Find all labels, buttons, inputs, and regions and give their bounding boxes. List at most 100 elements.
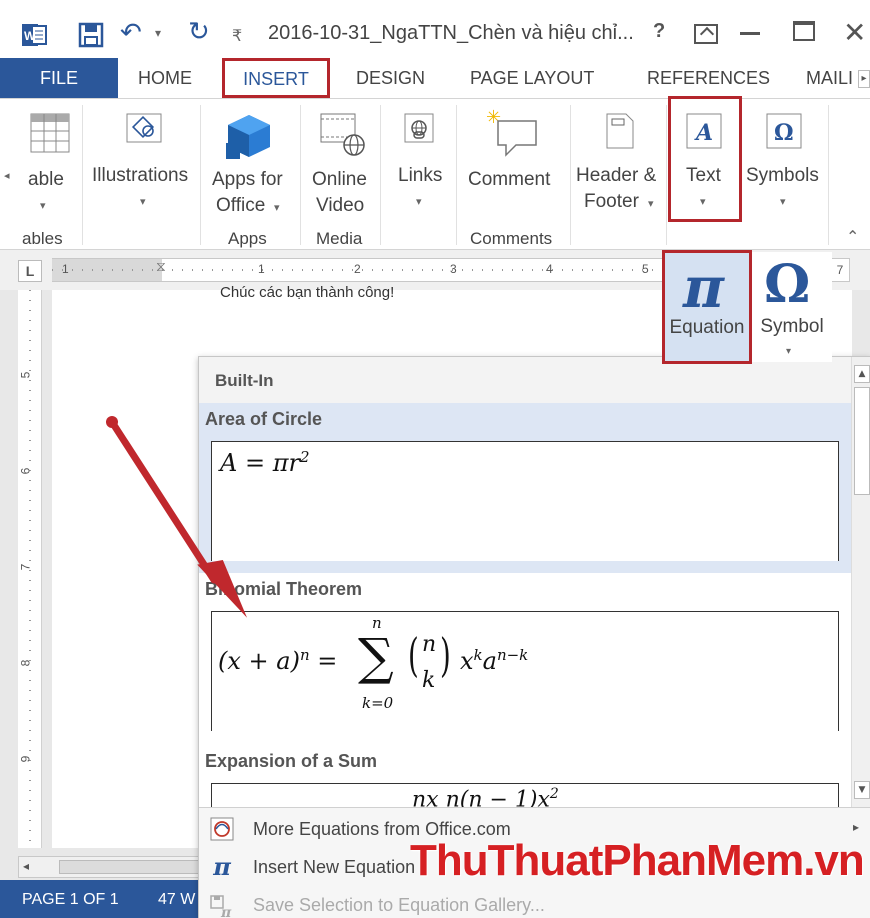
tab-page-layout[interactable]: PAGE LAYOUT [470, 58, 594, 98]
ribbon-scroll-left-icon[interactable]: ◂ [4, 169, 10, 182]
links-button[interactable]: Links [398, 163, 442, 189]
document-text[interactable]: Chúc các bạn thành công! [220, 284, 394, 301]
pi-icon: π [213, 852, 231, 881]
customize-toolbar-icon[interactable]: ₹ [232, 26, 242, 45]
collapse-ribbon-icon[interactable]: ⌃ [846, 227, 859, 246]
equation-expansion-of-sum[interactable]: Expansion of a Sum nx n(n − 1)x2 [199, 743, 851, 807]
ribbon-separator [300, 105, 301, 245]
ruler-number: 3 [450, 262, 457, 276]
apps-dropdown-icon[interactable]: ▾ [274, 201, 280, 214]
maximize-button[interactable] [793, 21, 815, 41]
symbol-button[interactable]: Ω Symbol ▾ [752, 252, 832, 362]
undo-dropdown-icon[interactable]: ▾ [155, 26, 161, 40]
equation-sum-lower: k=0 [362, 694, 394, 712]
symbol-dropdown-icon: ▾ [786, 346, 792, 357]
ruler-right-number: 7 [830, 258, 850, 282]
ribbon-tabs: FILE HOME INSERT DESIGN PAGE LAYOUT REFE… [0, 58, 870, 98]
close-button[interactable]: ✕ [843, 16, 866, 49]
ribbon-display-options-icon[interactable] [694, 24, 718, 44]
minimize-button[interactable] [740, 32, 760, 35]
tab-mailings[interactable]: MAILI [806, 58, 853, 98]
status-page-count[interactable]: PAGE 1 OF 1 [22, 891, 119, 909]
group-media: Media [316, 229, 363, 248]
equation-title: Binomial Theorem [205, 579, 363, 599]
table-dropdown-icon[interactable]: ▾ [40, 199, 46, 212]
ruler-number: 5 [642, 262, 649, 276]
ribbon-separator [828, 105, 829, 245]
equation-preview: (x + a)n = n ∑ k=0 ( n k ) xkan−k [211, 611, 839, 731]
tab-file[interactable]: FILE [0, 58, 118, 98]
word-app-icon[interactable]: W [22, 22, 48, 48]
apps-for-office-label-1[interactable]: Apps for [212, 167, 283, 193]
tab-references[interactable]: REFERENCES [647, 58, 770, 98]
tab-design[interactable]: DESIGN [356, 58, 425, 98]
ribbon-separator [570, 105, 571, 245]
watermark-logo: ThuThuatPhanMem.vn [410, 836, 865, 885]
equation-button-highlight [662, 250, 752, 364]
apps-for-office-label-2[interactable]: Office [216, 193, 265, 219]
office-web-icon [209, 816, 235, 842]
symbols-button[interactable]: Symbols [746, 163, 819, 189]
indent-marker-icon[interactable]: ⧖ [156, 259, 166, 275]
group-comments: Comments [470, 229, 553, 248]
equation-title: Expansion of a Sum [205, 751, 378, 771]
ruler-number: 1 [62, 262, 69, 276]
online-video-label-2[interactable]: Video [316, 193, 364, 219]
svg-text:W: W [24, 29, 36, 43]
tab-home[interactable]: HOME [138, 58, 192, 98]
gallery-scroll-thumb[interactable] [854, 387, 870, 495]
header-footer-icon [606, 113, 634, 154]
equation-area-of-circle[interactable]: Area of Circle A = πr2 [199, 403, 851, 573]
equation-sum-sign: ∑ [358, 628, 394, 686]
gallery-vertical-scrollbar[interactable]: ▲ ▼ [851, 357, 870, 807]
gallery-header: Built-In [199, 357, 851, 403]
scroll-down-icon[interactable]: ▼ [854, 781, 870, 799]
ribbon-separator [82, 105, 83, 245]
comment-button[interactable]: Comment [468, 167, 550, 193]
tab-scroll-right-icon[interactable]: ▸ [858, 70, 870, 88]
scroll-left-icon[interactable]: ◂ [23, 859, 29, 873]
redo-icon[interactable]: ↻ [188, 17, 210, 47]
insert-tab-highlight [222, 58, 330, 98]
menu-label: Insert New Equation [253, 857, 416, 877]
equation-preview: nx n(n − 1)x2 [211, 783, 839, 807]
menu-label: Save Selection to Equation Gallery... [253, 895, 545, 915]
symbols-dropdown-icon[interactable]: ▾ [780, 195, 786, 208]
help-button[interactable]: ? [653, 20, 665, 43]
equation-area-of-circle-formula: A = πr2 [220, 448, 310, 477]
svg-text:π: π [220, 905, 232, 918]
vruler-number: 8 [18, 659, 33, 667]
apps-for-office-icon [224, 113, 272, 164]
equation-paren-left: ( [408, 628, 419, 682]
vruler-number: 6 [18, 467, 33, 475]
ruler-number: 4 [546, 262, 553, 276]
vruler-number: 7 [18, 563, 33, 571]
status-word-count[interactable]: 47 W [158, 891, 195, 909]
header-footer-dropdown-icon[interactable]: ▾ [648, 197, 654, 210]
submenu-arrow-icon: ▸ [853, 820, 860, 834]
table-button-label[interactable]: able [28, 167, 64, 193]
online-video-label-1[interactable]: Online [312, 167, 367, 193]
illustrations-button[interactable]: Illustrations [92, 163, 188, 189]
header-footer-label-2[interactable]: Footer [584, 189, 639, 215]
scroll-thumb[interactable] [59, 860, 209, 874]
omega-icon: Ω [764, 254, 811, 315]
online-video-icon [320, 113, 366, 162]
equation-binom-top: n [422, 632, 437, 657]
links-dropdown-icon[interactable]: ▾ [416, 195, 422, 208]
group-apps: Apps [228, 229, 267, 248]
equation-paren-right: ) [440, 628, 451, 682]
ruler-number: 2 [354, 262, 361, 276]
ribbon-separator [666, 105, 667, 245]
equation-binomial-theorem[interactable]: Binomial Theorem (x + a)n = n ∑ k=0 ( n … [199, 573, 851, 743]
illustrations-dropdown-icon[interactable]: ▾ [140, 195, 146, 208]
equation-preview: A = πr2 [211, 441, 839, 561]
save-icon[interactable] [78, 22, 104, 48]
undo-icon[interactable]: ↶ [120, 18, 142, 48]
header-footer-label-1[interactable]: Header & [576, 163, 656, 189]
scroll-up-icon[interactable]: ▲ [854, 365, 870, 383]
tab-selector[interactable]: L [18, 260, 42, 282]
horizontal-scrollbar[interactable]: ◂ [18, 856, 218, 878]
symbol-button-label: Symbol [760, 316, 824, 337]
ruler-strip[interactable]: 1 1 2 3 4 5 ⧖ [52, 258, 662, 282]
